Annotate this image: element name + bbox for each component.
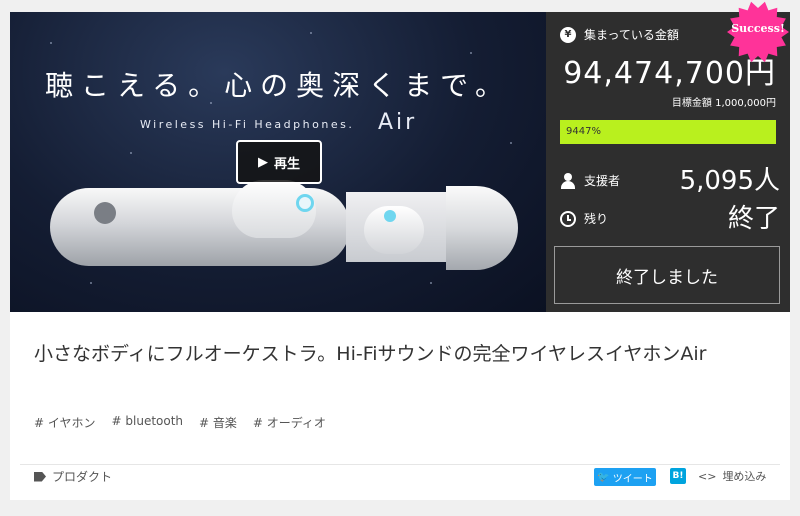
star — [510, 142, 512, 144]
progress-text: 9447% — [566, 126, 601, 137]
play-icon: ▶ — [257, 154, 268, 170]
raised-label: 集まっている金額 — [584, 28, 679, 42]
remaining-value: 終了 — [727, 204, 780, 234]
tag-icon — [34, 471, 46, 482]
divider — [20, 464, 780, 465]
play-button[interactable]: ▶ 再生 — [236, 140, 322, 184]
twitter-bird-icon: 🐦 — [597, 471, 610, 483]
tag-link[interactable]: # 音楽 — [199, 414, 237, 431]
raised-row: ¥ 集まっている金額 — [560, 26, 679, 43]
supporters-row: 支援者 — [560, 172, 620, 189]
embed-label: 埋め込み — [722, 470, 767, 483]
case-hole — [94, 202, 116, 224]
star — [50, 42, 52, 44]
case-cap-image — [446, 186, 518, 270]
star — [310, 32, 312, 34]
tag-list: # イヤホン # bluetooth # 音楽 # オーディオ — [34, 414, 326, 431]
earbud-led — [296, 194, 314, 212]
tag-link[interactable]: # bluetooth — [112, 414, 184, 431]
remaining-row: 残り — [560, 210, 608, 227]
star — [130, 152, 132, 154]
progress-bar: 9447% — [560, 120, 776, 144]
hero-subtitle: Wireless Hi-Fi Headphones. — [140, 118, 355, 131]
hatena-bookmark-button[interactable]: B! — [670, 468, 686, 484]
remaining-label: 残り — [584, 212, 609, 226]
tweet-button[interactable]: 🐦 ツイート — [594, 468, 656, 486]
embed-button[interactable]: <> 埋め込み — [698, 468, 766, 484]
code-icon: <> — [698, 469, 717, 483]
play-label: 再生 — [273, 156, 300, 172]
earbud-led — [384, 210, 396, 222]
goal-amount: 目標金額 1,000,000円 — [671, 98, 776, 109]
badge-label: Success! — [731, 22, 785, 35]
category-label: プロダクト — [52, 470, 113, 484]
star — [470, 52, 472, 54]
supporters-label: 支援者 — [584, 174, 621, 188]
clock-icon — [560, 210, 576, 227]
hero-video[interactable]: 聴こえる。心の奥深くまで。 Wireless Hi-Fi Headphones.… — [10, 12, 546, 312]
tag-link[interactable]: # オーディオ — [253, 414, 326, 431]
project-card: 聴こえる。心の奥深くまで。 Wireless Hi-Fi Headphones.… — [10, 12, 790, 500]
hero-headline: 聴こえる。心の奥深くまで。 — [44, 69, 512, 102]
tag-link[interactable]: # イヤホン — [34, 414, 96, 431]
hero-product-name: Air — [378, 110, 418, 135]
supporters-value: 5,095人 — [679, 166, 780, 196]
ended-button[interactable]: 終了しました — [554, 246, 780, 304]
yen-icon: ¥ — [560, 26, 576, 43]
project-title[interactable]: 小さなボディにフルオーケストラ。Hi-Fiサウンドの完全ワイヤレスイヤホンAir — [34, 338, 770, 370]
category-link[interactable]: プロダクト — [34, 468, 112, 485]
tweet-label: ツイート — [612, 473, 653, 485]
person-icon — [560, 172, 576, 189]
success-badge: Success! — [726, 0, 790, 64]
star — [430, 282, 432, 284]
star — [90, 282, 92, 284]
